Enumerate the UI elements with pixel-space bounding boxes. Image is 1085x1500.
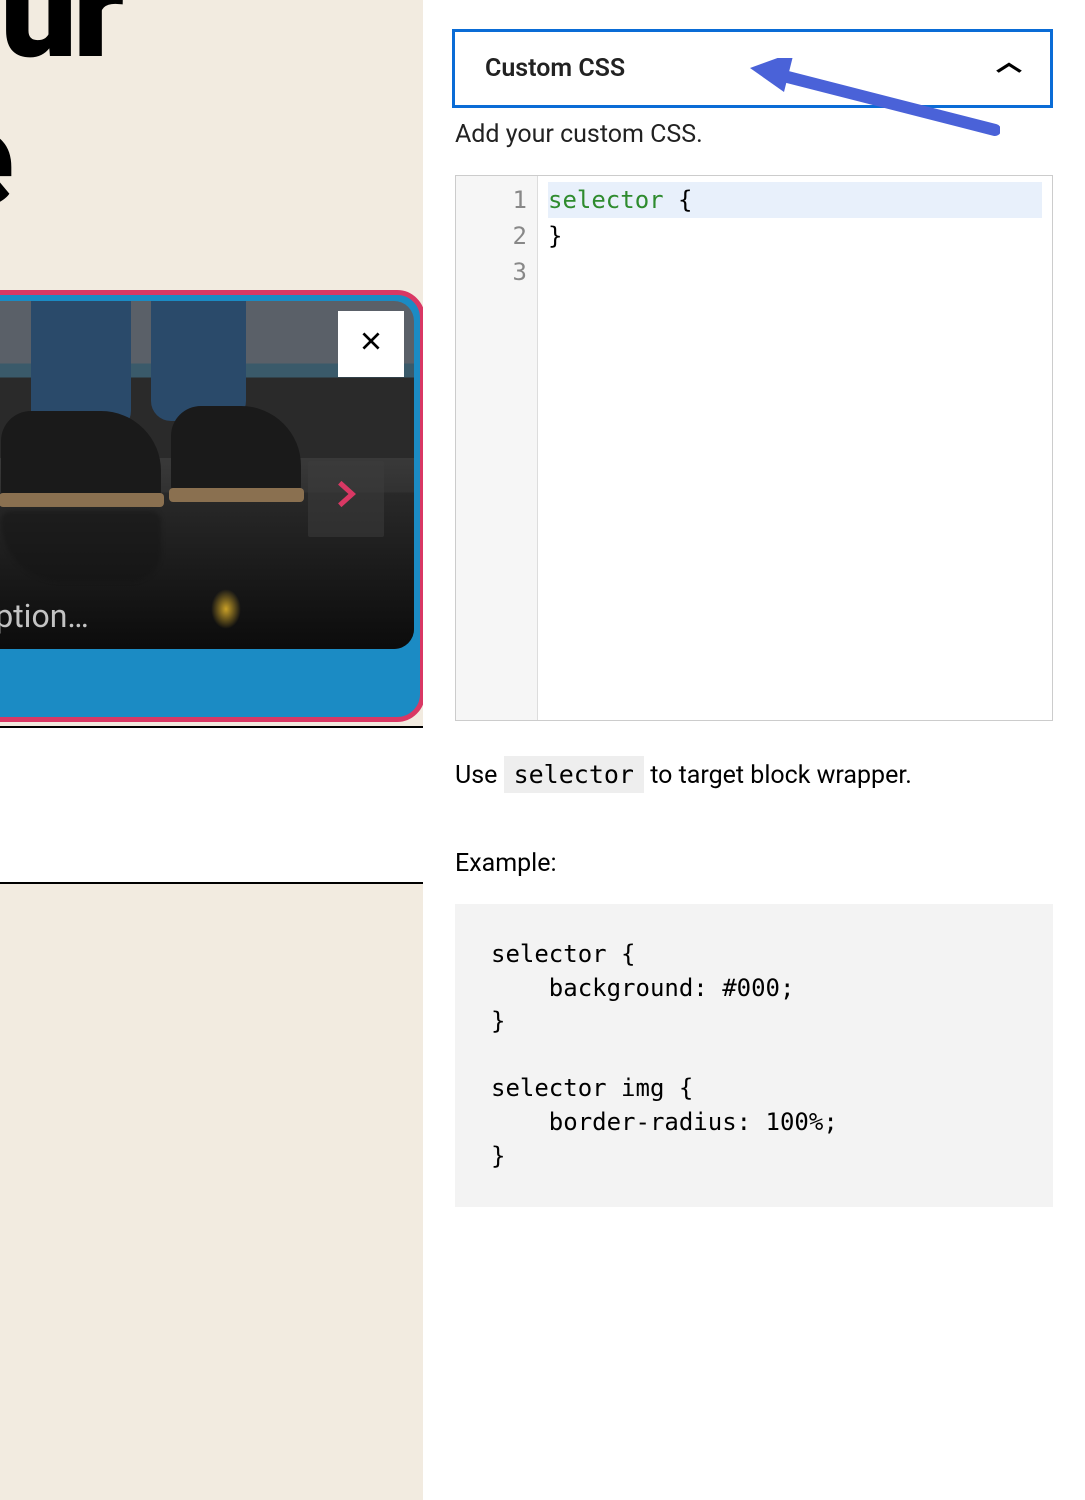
close-icon	[358, 327, 384, 362]
code-line: }	[548, 218, 1042, 254]
line-number: 1	[456, 182, 527, 218]
editor-gutter: 1 2 3	[456, 176, 538, 720]
remove-image-button[interactable]	[338, 311, 404, 377]
selected-image-block[interactable]: Write caption…	[0, 290, 423, 722]
line-number: 2	[456, 218, 527, 254]
panel-title: Custom CSS	[485, 54, 625, 83]
chevron-up-icon	[994, 56, 1025, 81]
carousel-next-button[interactable]	[308, 461, 384, 537]
empty-block[interactable]	[0, 726, 423, 884]
example-label: Example:	[455, 849, 1053, 878]
settings-sidebar: Custom CSS Add your custom CSS. 1 2 3 se…	[423, 0, 1085, 1500]
editor-content[interactable]: selector { }	[538, 176, 1052, 720]
editor-canvas: To Our e Wr	[0, 0, 423, 1500]
custom-css-panel-header[interactable]: Custom CSS	[452, 29, 1053, 108]
block-image: Write caption…	[0, 301, 414, 649]
chevron-right-icon	[331, 474, 361, 524]
page-title-line2: e	[0, 80, 10, 239]
panel-description: Add your custom CSS.	[455, 120, 1053, 149]
inline-code: selector	[504, 756, 644, 793]
caption-input[interactable]: Write caption…	[0, 597, 89, 635]
help-text: Use selector to target block wrapper.	[455, 757, 1053, 793]
custom-css-editor[interactable]: 1 2 3 selector { }	[455, 175, 1053, 721]
code-line: selector {	[548, 182, 1042, 218]
line-number: 3	[456, 254, 527, 290]
example-code-block: selector { background: #000; } selector …	[455, 904, 1053, 1207]
page-title-line1: To Our	[0, 0, 120, 83]
